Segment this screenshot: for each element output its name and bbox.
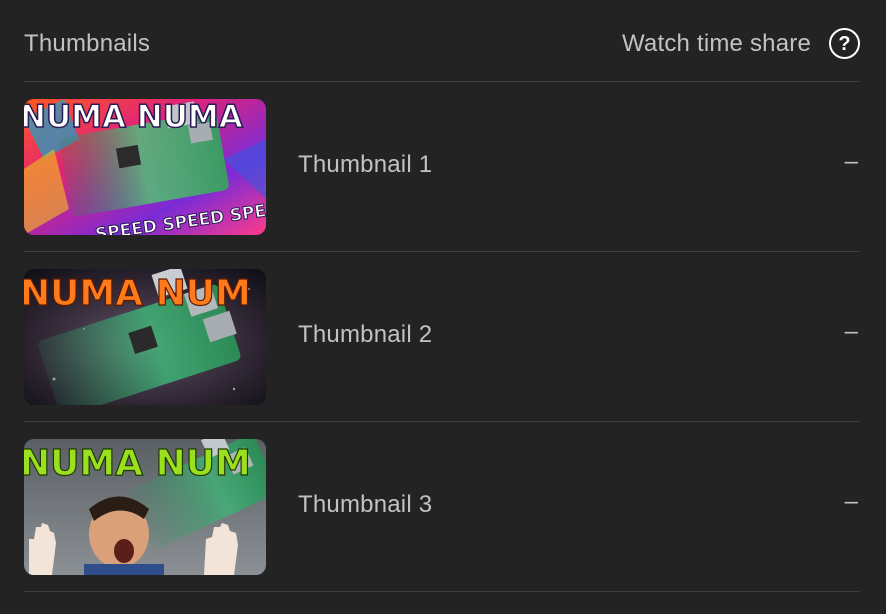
thumbnail-image-2: NUMA NUM	[24, 269, 266, 405]
thumbnail-label-2: Thumbnail 2	[298, 321, 433, 348]
thumbnail-label-1: Thumbnail 1	[298, 151, 433, 178]
thumbnail-row-3[interactable]: NUMA NUM Thumbnail 3 –	[24, 422, 860, 592]
table-header: Thumbnails Watch time share ?	[24, 0, 860, 82]
column-header-metric-group: Watch time share ?	[622, 28, 860, 59]
help-circle-icon[interactable]: ?	[829, 28, 860, 59]
thumbnail-3-art: NUMA NUM	[24, 439, 266, 575]
thumbnail-row-2[interactable]: NUMA NUM Thumbnail 2 –	[24, 252, 860, 422]
svg-text:NUMA NUM: NUMA NUM	[24, 443, 251, 484]
thumbnail-image-3: NUMA NUM	[24, 439, 266, 575]
thumbnail-label-3: Thumbnail 3	[298, 491, 433, 518]
column-header-watch-time-share: Watch time share	[621, 29, 811, 57]
thumbnail-2-art: NUMA NUM	[24, 269, 266, 405]
column-header-thumbnails: Thumbnails	[24, 30, 151, 57]
watch-time-share-value-3: –	[844, 488, 858, 515]
thumbnail-row-1[interactable]: NUMA NUMA SPEED SPEED SPEE Thumbnail 1 –	[24, 82, 860, 252]
thumbnails-panel: Thumbnails Watch time share ? NUMA NUMA …	[0, 0, 886, 614]
thumbnail-image-1: NUMA NUMA SPEED SPEED SPEE	[24, 99, 266, 235]
svg-text:NUMA NUMA: NUMA NUMA	[24, 99, 243, 135]
thumbnail-1-top-text: NUMA NUMA	[24, 99, 243, 136]
watch-time-share-value-1: –	[844, 148, 858, 175]
svg-text:NUMA NUM: NUMA NUM	[24, 273, 251, 314]
thumbnail-3-top-text: NUMA NUM	[24, 442, 251, 484]
watch-time-share-value-2: –	[844, 318, 858, 345]
thumbnail-2-top-text: NUMA NUM	[24, 272, 251, 314]
thumbnail-1-art: NUMA NUMA SPEED SPEED SPEE	[24, 99, 266, 235]
